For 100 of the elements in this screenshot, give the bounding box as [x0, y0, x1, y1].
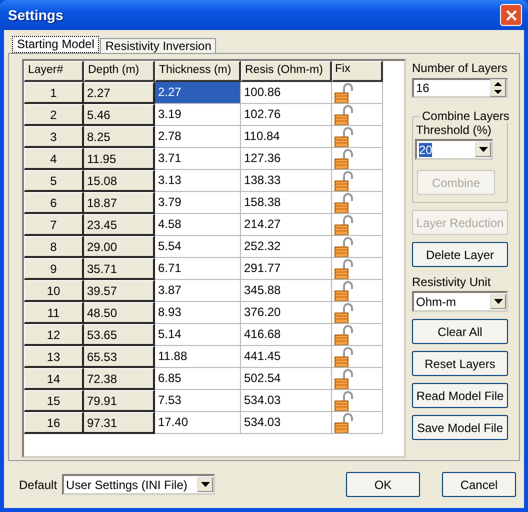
action-button[interactable]: Clear All [412, 319, 508, 344]
row-header[interactable]: 10 [24, 280, 84, 302]
table-cell[interactable]: 441.45 [241, 346, 332, 368]
open-padlock-icon[interactable] [334, 193, 356, 213]
column-header[interactable]: Thickness (m) [155, 61, 241, 82]
table-cell[interactable]: 7.53 [155, 390, 241, 412]
action-button[interactable]: Save Model File [412, 415, 508, 440]
table-cell[interactable]: 252.32 [241, 236, 332, 258]
table-cell[interactable]: 17.40 [155, 412, 241, 434]
table-cell[interactable]: 376.20 [241, 302, 332, 324]
table-cell[interactable]: 100.86 [241, 82, 332, 104]
open-padlock-icon[interactable] [334, 325, 356, 345]
close-icon [504, 8, 518, 22]
ok-button[interactable]: OK [346, 472, 420, 497]
column-header[interactable]: Depth (m) [84, 61, 155, 82]
action-button[interactable]: Read Model File [412, 383, 508, 408]
table-cell[interactable]: 6.71 [155, 258, 241, 280]
table-cell[interactable]: 158.38 [241, 192, 332, 214]
row-header[interactable]: 4 [24, 148, 84, 170]
table-cell[interactable]: 345.88 [241, 280, 332, 302]
row-header[interactable]: 14 [24, 368, 84, 390]
row-header[interactable]: 11 [24, 302, 84, 324]
row-header[interactable]: 12 [24, 324, 84, 346]
row-header[interactable]: 13 [24, 346, 84, 368]
row-header[interactable]: 16 [24, 412, 84, 434]
open-padlock-icon[interactable] [334, 281, 356, 301]
open-padlock-icon[interactable] [334, 303, 356, 323]
table-cell[interactable]: 2.78 [155, 126, 241, 148]
table-cell[interactable]: 291.77 [241, 258, 332, 280]
tab[interactable]: Resistivity Inversion [100, 38, 216, 53]
table-cell[interactable]: 3.79 [155, 192, 241, 214]
table-cell[interactable]: 3.87 [155, 280, 241, 302]
table-cell[interactable]: 97.31 [84, 412, 155, 434]
table-cell[interactable]: 214.27 [241, 214, 332, 236]
table-cell[interactable]: 2.27 [84, 82, 155, 104]
action-button[interactable]: Reset Layers [412, 351, 508, 376]
resistivity-unit-dropdown[interactable]: Ohm-m [412, 291, 508, 312]
table-cell[interactable]: 72.38 [84, 368, 155, 390]
default-settings-dropdown[interactable]: User Settings (INI File) [62, 474, 216, 495]
open-padlock-icon[interactable] [334, 215, 356, 235]
row-header[interactable]: 2 [24, 104, 84, 126]
row-header[interactable]: 1 [24, 82, 84, 104]
table-cell[interactable]: 5.46 [84, 104, 155, 126]
table-cell[interactable]: 127.36 [241, 148, 332, 170]
open-padlock-icon[interactable] [334, 105, 356, 125]
open-padlock-icon[interactable] [334, 171, 356, 191]
row-header[interactable]: 8 [24, 236, 84, 258]
table-cell[interactable]: 18.87 [84, 192, 155, 214]
table-cell[interactable]: 3.71 [155, 148, 241, 170]
tab[interactable]: Starting Model [12, 36, 100, 53]
threshold-dropdown[interactable]: 20 [415, 139, 493, 160]
table-cell[interactable]: 29.00 [84, 236, 155, 258]
open-padlock-icon[interactable] [334, 149, 356, 169]
table-cell[interactable]: 3.19 [155, 104, 241, 126]
table-cell[interactable]: 8.25 [84, 126, 155, 148]
row-header[interactable]: 6 [24, 192, 84, 214]
open-padlock-icon[interactable] [334, 237, 356, 257]
table-cell[interactable]: 2.27 [155, 82, 241, 104]
table-cell[interactable]: 65.53 [84, 346, 155, 368]
table-cell[interactable]: 8.93 [155, 302, 241, 324]
table-cell[interactable]: 53.65 [84, 324, 155, 346]
open-padlock-icon[interactable] [334, 391, 356, 411]
table-cell[interactable]: 534.03 [241, 412, 332, 434]
row-header[interactable]: 15 [24, 390, 84, 412]
table-cell[interactable]: 502.54 [241, 368, 332, 390]
open-padlock-icon[interactable] [334, 127, 356, 147]
column-header[interactable]: Layer# [24, 61, 84, 82]
table-cell[interactable]: 15.08 [84, 170, 155, 192]
table-cell[interactable]: 416.68 [241, 324, 332, 346]
table-cell[interactable]: 3.13 [155, 170, 241, 192]
column-header[interactable]: Fix [332, 61, 383, 82]
table-cell[interactable]: 79.91 [84, 390, 155, 412]
table-cell[interactable]: 11.88 [155, 346, 241, 368]
table-cell[interactable]: 39.57 [84, 280, 155, 302]
table-cell[interactable]: 102.76 [241, 104, 332, 126]
table-cell[interactable]: 48.50 [84, 302, 155, 324]
row-header[interactable]: 5 [24, 170, 84, 192]
row-header[interactable]: 7 [24, 214, 84, 236]
row-header[interactable]: 9 [24, 258, 84, 280]
table-cell[interactable]: 110.84 [241, 126, 332, 148]
column-header[interactable]: Resis (Ohm-m) [241, 61, 332, 82]
table-cell[interactable]: 5.14 [155, 324, 241, 346]
number-of-layers-spinner[interactable]: 16 [412, 78, 508, 98]
close-button[interactable] [500, 4, 522, 26]
table-cell[interactable]: 4.58 [155, 214, 241, 236]
table-cell[interactable]: 138.33 [241, 170, 332, 192]
table-cell[interactable]: 5.54 [155, 236, 241, 258]
table-cell[interactable]: 534.03 [241, 390, 332, 412]
action-button[interactable]: Delete Layer [412, 242, 508, 267]
table-cell[interactable]: 23.45 [84, 214, 155, 236]
table-cell[interactable]: 6.85 [155, 368, 241, 390]
open-padlock-icon[interactable] [334, 369, 356, 389]
open-padlock-icon[interactable] [334, 347, 356, 367]
cancel-button[interactable]: Cancel [442, 472, 516, 497]
row-header[interactable]: 3 [24, 126, 84, 148]
open-padlock-icon[interactable] [334, 413, 356, 433]
open-padlock-icon[interactable] [334, 259, 356, 279]
table-cell[interactable]: 35.71 [84, 258, 155, 280]
table-cell[interactable]: 11.95 [84, 148, 155, 170]
open-padlock-icon[interactable] [334, 83, 356, 103]
